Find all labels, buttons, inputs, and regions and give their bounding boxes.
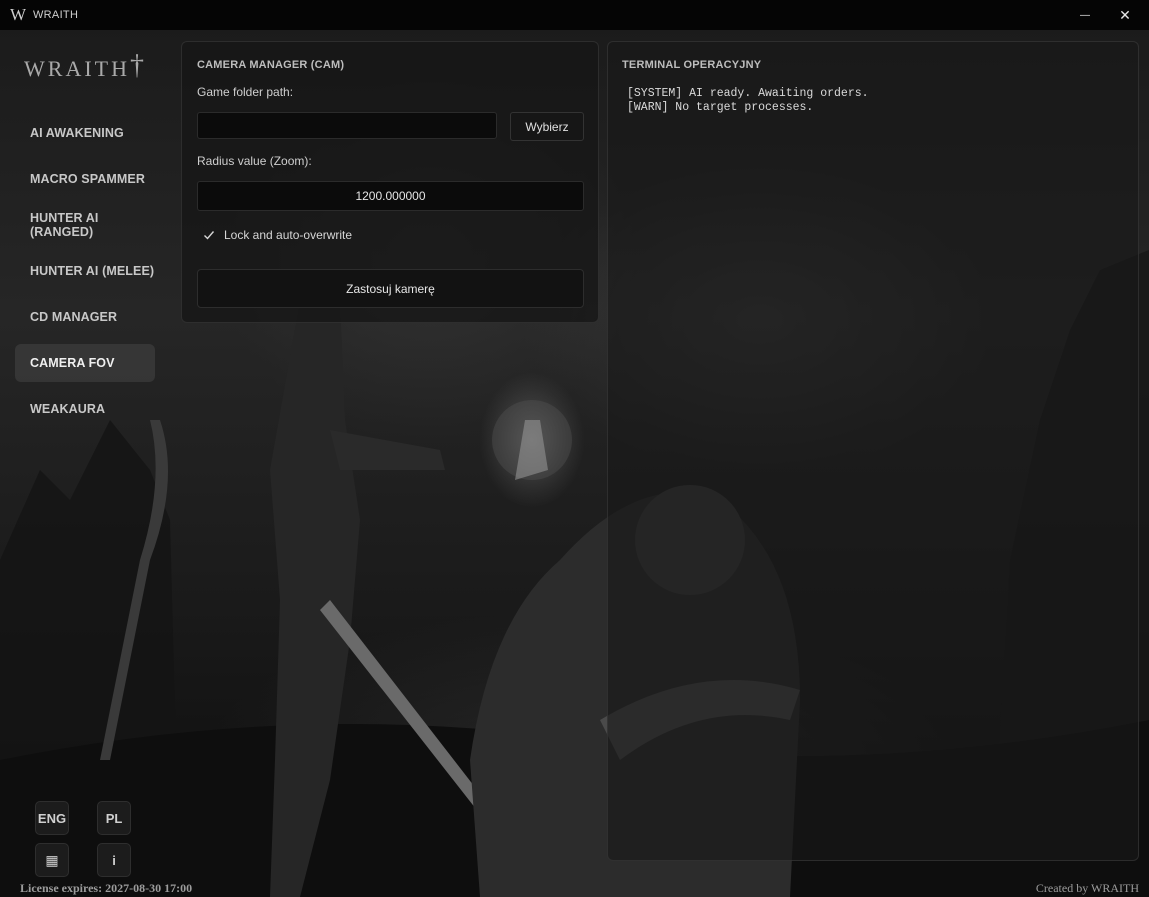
folder-path-input[interactable]: [197, 112, 497, 139]
language-pl-button[interactable]: PL: [97, 801, 131, 835]
lock-checkbox-label: Lock and auto-overwrite: [224, 228, 353, 242]
grid-button[interactable]: ▦: [35, 843, 69, 877]
sidebar-item-hunter-ai-melee[interactable]: HUNTER AI (MELEE): [15, 252, 155, 290]
title-bar: W WRAITH — ✕: [0, 0, 1149, 30]
info-button[interactable]: i: [97, 843, 131, 877]
license-expiry: License expires: 2027-08-30 17:00: [20, 881, 193, 895]
sidebar-item-cd-manager[interactable]: CD MANAGER: [15, 298, 155, 336]
apply-camera-button[interactable]: Zastosuj kamerę: [197, 269, 584, 308]
sidebar-item-camera-fov[interactable]: CAMERA FOV: [15, 344, 155, 382]
choose-folder-button[interactable]: Wybierz: [510, 112, 584, 141]
zoom-label: Radius value (Zoom):: [197, 154, 312, 168]
info-icon: i: [112, 852, 116, 868]
lock-checkbox[interactable]: Lock and auto-overwrite: [202, 228, 352, 242]
sidebar-nav: AI AWAKENING MACRO SPAMMER HUNTER AI (RA…: [15, 114, 155, 436]
terminal-title: TERMINAL OPERACYJNY: [622, 59, 762, 71]
brand-logo: WRAITH: [24, 56, 130, 81]
sidebar-item-weakaura[interactable]: WEAKAURA: [15, 390, 155, 428]
close-icon: ✕: [1119, 6, 1131, 23]
grid-icon: ▦: [45, 851, 59, 868]
sidebar-item-hunter-ai-ranged[interactable]: HUNTER AI (RANGED): [15, 206, 155, 244]
sidebar-item-ai-awakening[interactable]: AI AWAKENING: [15, 114, 155, 152]
terminal-output: [SYSTEM] AI ready. Awaiting orders. [WAR…: [627, 87, 869, 115]
terminal-line: [WARN] No target processes.: [627, 101, 814, 114]
language-eng-button[interactable]: ENG: [35, 801, 69, 835]
folder-path-label: Game folder path:: [197, 85, 294, 99]
sidebar-item-macro-spammer[interactable]: MACRO SPAMMER: [15, 160, 155, 198]
zoom-value-input[interactable]: 1200.000000: [197, 181, 584, 211]
window-title: WRAITH: [33, 9, 79, 21]
close-button[interactable]: ✕: [1105, 0, 1145, 30]
minimize-icon: —: [1080, 9, 1090, 21]
camera-manager-panel: CAMERA MANAGER (CAM) Game folder path: W…: [181, 41, 599, 323]
brand-dagger-icon: †: [130, 50, 144, 81]
panel-title: CAMERA MANAGER (CAM): [197, 59, 345, 71]
terminal-line: [SYSTEM] AI ready. Awaiting orders.: [627, 87, 869, 100]
minimize-button[interactable]: —: [1065, 0, 1105, 30]
checkmark-icon: [202, 228, 216, 242]
terminal-panel: TERMINAL OPERACYJNY [SYSTEM] AI ready. A…: [607, 41, 1139, 861]
app-logo-icon: W: [10, 5, 27, 24]
created-by: Created by WRAITH: [1035, 881, 1139, 895]
